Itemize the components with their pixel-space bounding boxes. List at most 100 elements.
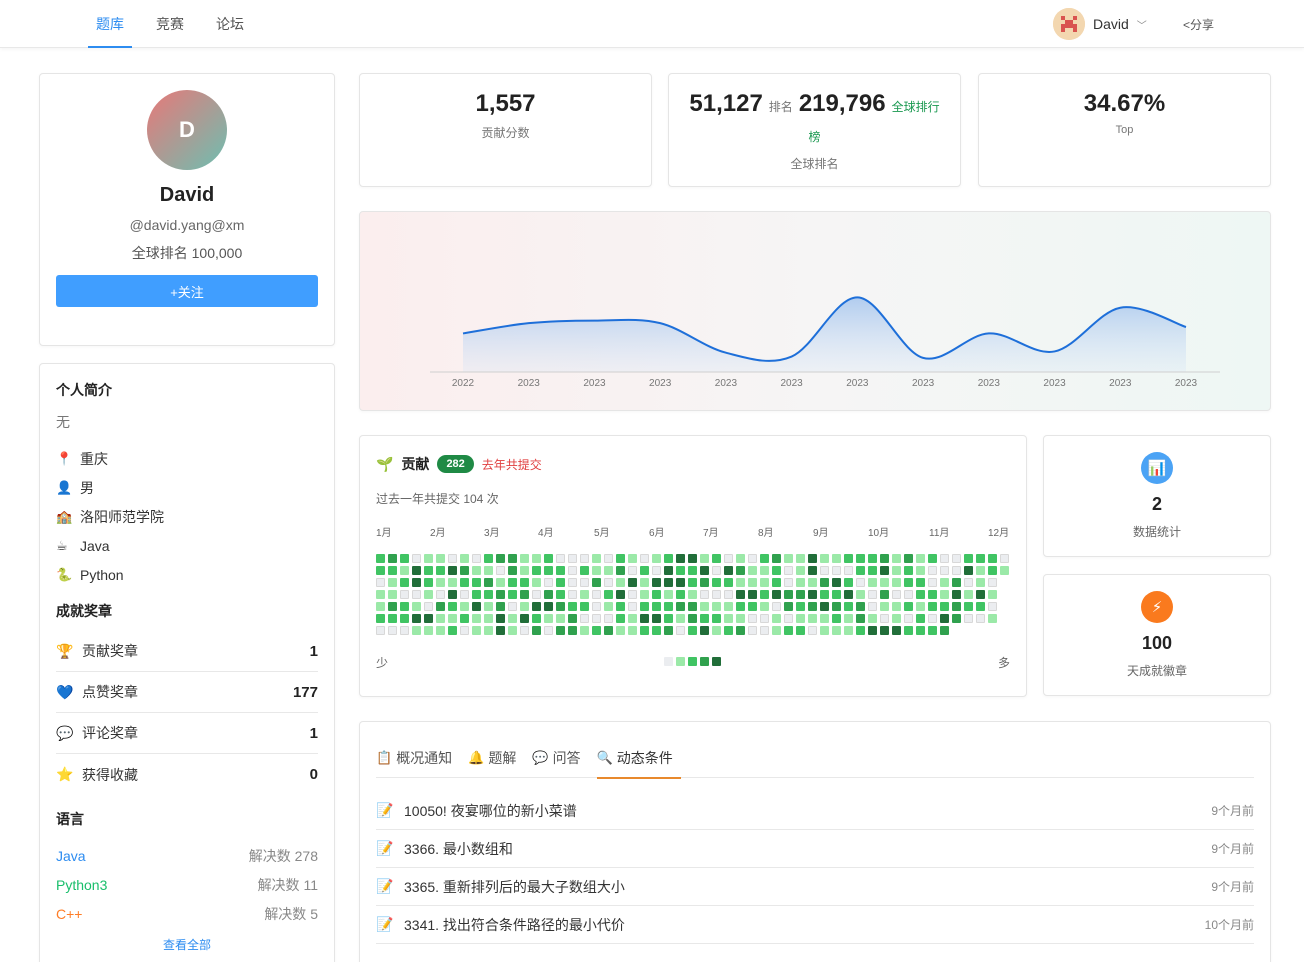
heatmap-cell[interactable]: [484, 578, 493, 587]
heatmap-cell[interactable]: [856, 578, 865, 587]
heatmap-cell[interactable]: [640, 626, 649, 635]
heatmap-cell[interactable]: [676, 554, 685, 563]
list-item[interactable]: 📝 10050! 夜宴哪位的新小菜谱 9个月前: [376, 792, 1254, 830]
heatmap-cell[interactable]: [568, 614, 577, 623]
heatmap-cell[interactable]: [844, 590, 853, 599]
heatmap-cell[interactable]: [592, 602, 601, 611]
heatmap-cell[interactable]: [448, 602, 457, 611]
heatmap-cell[interactable]: [748, 590, 757, 599]
heatmap-cell[interactable]: [580, 554, 589, 563]
heatmap-cell[interactable]: [904, 590, 913, 599]
heatmap-cell[interactable]: [460, 566, 469, 575]
heatmap-cell[interactable]: [748, 554, 757, 563]
heatmap-cell[interactable]: [688, 578, 697, 587]
heatmap-cell[interactable]: [472, 590, 481, 599]
heatmap-cell[interactable]: [928, 614, 937, 623]
heatmap-cell[interactable]: [772, 614, 781, 623]
heatmap-cell[interactable]: [484, 554, 493, 563]
heatmap-cell[interactable]: [724, 554, 733, 563]
heatmap-cell[interactable]: [964, 566, 973, 575]
global-leaderboard-link[interactable]: 全球排行: [892, 98, 940, 115]
heatmap-cell[interactable]: [376, 590, 385, 599]
heatmap-cell[interactable]: [640, 590, 649, 599]
heatmap-cell[interactable]: [544, 602, 553, 611]
heatmap-cell[interactable]: [880, 602, 889, 611]
heatmap-cell[interactable]: [904, 602, 913, 611]
heatmap-cell[interactable]: [628, 578, 637, 587]
language-name[interactable]: Python3: [56, 877, 107, 893]
side-card-badges[interactable]: ⚡ 100 天成就徽章: [1043, 574, 1271, 696]
heatmap-cell[interactable]: [784, 590, 793, 599]
heatmap-cell[interactable]: [640, 566, 649, 575]
heatmap-cell[interactable]: [496, 602, 505, 611]
heatmap-cell[interactable]: [616, 578, 625, 587]
heatmap-cell[interactable]: [784, 566, 793, 575]
heatmap-cell[interactable]: [724, 614, 733, 623]
heatmap-cell[interactable]: [568, 578, 577, 587]
heatmap-cell[interactable]: [652, 614, 661, 623]
heatmap-cell[interactable]: [448, 614, 457, 623]
heatmap-cell[interactable]: [592, 566, 601, 575]
heatmap-cell[interactable]: [532, 614, 541, 623]
follow-button[interactable]: +关注: [56, 275, 318, 307]
heatmap-cell[interactable]: [940, 626, 949, 635]
heatmap-cell[interactable]: [856, 566, 865, 575]
award-row-contribution[interactable]: 🏆 贡献奖章 1: [56, 631, 318, 672]
heatmap-cell[interactable]: [532, 626, 541, 635]
heatmap-cell[interactable]: [652, 590, 661, 599]
heatmap-cell[interactable]: [592, 614, 601, 623]
list-item[interactable]: 📝 3341. 找出符合条件路径的最小代价 10个月前: [376, 906, 1254, 944]
heatmap-cell[interactable]: [928, 554, 937, 563]
heatmap-cell[interactable]: [748, 614, 757, 623]
heatmap-cell[interactable]: [496, 566, 505, 575]
heatmap-cell[interactable]: [436, 602, 445, 611]
heatmap-cell[interactable]: [436, 554, 445, 563]
heatmap-cell[interactable]: [436, 590, 445, 599]
heatmap-cell[interactable]: [640, 614, 649, 623]
heatmap-cell[interactable]: [808, 578, 817, 587]
heatmap-cell[interactable]: [496, 554, 505, 563]
heatmap-cell[interactable]: [712, 554, 721, 563]
heatmap-cell[interactable]: [604, 614, 613, 623]
tab-overview[interactable]: 📋 概况通知: [376, 738, 460, 778]
heatmap-cell[interactable]: [748, 626, 757, 635]
avatar[interactable]: [1053, 8, 1085, 40]
heatmap-cell[interactable]: [484, 602, 493, 611]
heatmap-cell[interactable]: [976, 590, 985, 599]
heatmap-cell[interactable]: [712, 602, 721, 611]
heatmap-cell[interactable]: [640, 578, 649, 587]
heatmap-cell[interactable]: [472, 626, 481, 635]
heatmap-cell[interactable]: [928, 578, 937, 587]
heatmap-cell[interactable]: [748, 578, 757, 587]
heatmap-cell[interactable]: [508, 602, 517, 611]
heatmap-cell[interactable]: [448, 566, 457, 575]
heatmap-cell[interactable]: [544, 614, 553, 623]
heatmap-cell[interactable]: [760, 614, 769, 623]
heatmap-cell[interactable]: [544, 554, 553, 563]
heatmap-cell[interactable]: [832, 614, 841, 623]
heatmap-cell[interactable]: [592, 554, 601, 563]
heatmap-cell[interactable]: [952, 554, 961, 563]
nav-item-problems[interactable]: 题库: [80, 0, 140, 48]
heatmap-cell[interactable]: [952, 602, 961, 611]
heatmap-cell[interactable]: [856, 602, 865, 611]
heatmap-cell[interactable]: [520, 602, 529, 611]
heatmap-cell[interactable]: [832, 578, 841, 587]
heatmap-cell[interactable]: [700, 602, 709, 611]
heatmap-cell[interactable]: [556, 566, 565, 575]
heatmap-cell[interactable]: [820, 566, 829, 575]
heatmap-cell[interactable]: [508, 626, 517, 635]
heatmap-cell[interactable]: [940, 590, 949, 599]
tab-activity[interactable]: 🔍 动态条件: [596, 738, 681, 779]
heatmap-cell[interactable]: [460, 626, 469, 635]
heatmap-cell[interactable]: [472, 554, 481, 563]
heatmap-cell[interactable]: [760, 578, 769, 587]
heatmap-cell[interactable]: [484, 626, 493, 635]
heatmap-cell[interactable]: [712, 614, 721, 623]
heatmap-cell[interactable]: [544, 566, 553, 575]
heatmap-cell[interactable]: [676, 578, 685, 587]
heatmap-cell[interactable]: [568, 590, 577, 599]
heatmap-cell[interactable]: [736, 554, 745, 563]
heatmap-cell[interactable]: [472, 566, 481, 575]
heatmap-cell[interactable]: [772, 602, 781, 611]
